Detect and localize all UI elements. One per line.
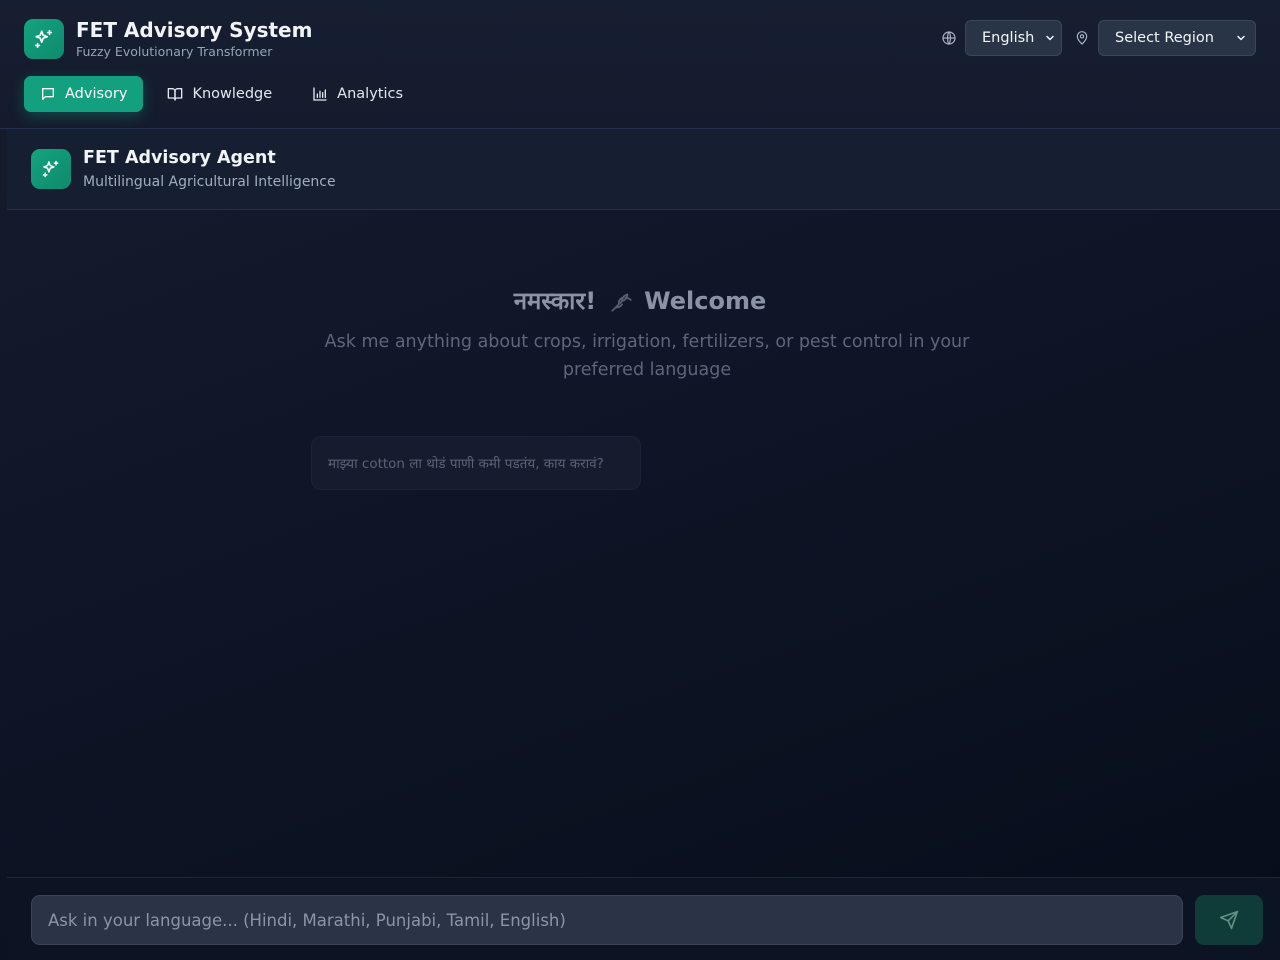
app-subtitle: Fuzzy Evolutionary Transformer <box>76 44 273 59</box>
header-controls: English Select Region <box>941 20 1256 56</box>
welcome-heading: नमस्कार! Welcome <box>0 284 1280 317</box>
welcome-title: Welcome <box>644 286 767 315</box>
book-open-icon <box>167 86 183 102</box>
bar-chart-icon <box>312 86 328 102</box>
app-title: FET Advisory System <box>76 18 313 42</box>
tab-advisory[interactable]: Advisory <box>24 76 144 112</box>
chevron-down-icon <box>1044 32 1056 44</box>
wheat-icon <box>608 288 634 314</box>
tab-knowledge-label: Knowledge <box>192 86 273 102</box>
language-select[interactable]: English <box>965 20 1062 56</box>
brand[interactable]: FET Advisory System Fuzzy Evolutionary T… <box>24 18 312 60</box>
send-button[interactable] <box>1195 895 1263 945</box>
sparkles-icon <box>31 149 71 189</box>
welcome-greeting: नमस्कार! <box>513 287 597 315</box>
map-pin-icon <box>1074 30 1090 46</box>
welcome-description: Ask me anything about crops, irrigation,… <box>324 332 970 380</box>
main-nav: Advisory Knowledge Analytics <box>24 76 427 112</box>
agent-header: FET Advisory Agent Multilingual Agricult… <box>7 129 1280 210</box>
top-header: FET Advisory System Fuzzy Evolutionary T… <box>0 0 1280 129</box>
agent-subtitle: Multilingual Agricultural Intelligence <box>83 174 336 190</box>
message-square-icon <box>40 86 56 102</box>
language-select-value: English <box>982 30 1035 46</box>
composer-bar: Ask in your language... (Hindi, Marathi,… <box>7 877 1280 960</box>
agent-title: FET Advisory Agent <box>83 148 276 168</box>
tab-advisory-label: Advisory <box>65 86 128 102</box>
globe-icon <box>941 30 957 46</box>
advisory-panel: FET Advisory Agent Multilingual Agricult… <box>7 129 1280 960</box>
suggestion-chip[interactable]: माझ्या cotton ला थोडं पाणी कमी पडतंय, का… <box>311 436 641 490</box>
chevron-down-icon <box>1235 32 1247 44</box>
tab-analytics-label: Analytics <box>337 86 404 102</box>
chat-input[interactable]: Ask in your language... (Hindi, Marathi,… <box>31 895 1183 945</box>
sparkles-icon <box>24 19 64 59</box>
tab-analytics[interactable]: Analytics <box>296 76 419 112</box>
region-select-value: Select Region <box>1115 30 1214 46</box>
app-root: FET Advisory System Fuzzy Evolutionary T… <box>0 0 1280 960</box>
tab-knowledge[interactable]: Knowledge <box>151 76 288 112</box>
send-icon <box>1219 910 1239 930</box>
region-select[interactable]: Select Region <box>1098 20 1256 56</box>
